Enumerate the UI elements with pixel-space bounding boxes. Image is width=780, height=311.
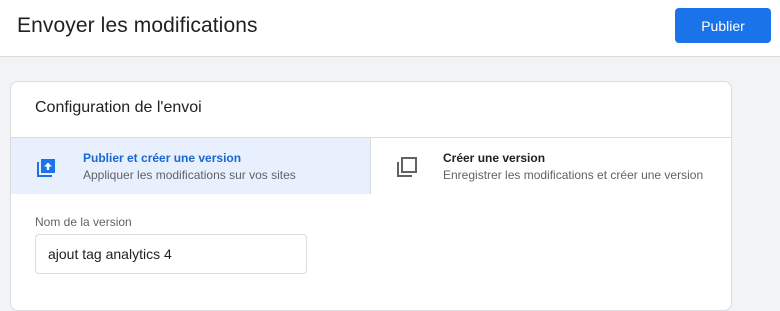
option-title: Publier et créer une version <box>83 151 242 165</box>
page-title: Envoyer les modifications <box>17 14 258 37</box>
scrollbar[interactable] <box>774 57 780 290</box>
publish-button[interactable]: Publier <box>675 8 771 43</box>
version-name-label: Nom de la version <box>35 215 132 229</box>
publish-upload-icon <box>35 155 59 179</box>
version-name-input[interactable] <box>35 234 307 274</box>
copy-version-icon <box>395 155 419 179</box>
option-subtitle: Appliquer les modifications sur vos site… <box>83 168 296 182</box>
submission-options: Publier et créer une version Appliquer l… <box>11 137 731 194</box>
option-publish-and-create-version[interactable]: Publier et créer une version Appliquer l… <box>11 138 371 194</box>
page-header: Envoyer les modifications Publier <box>0 0 780 57</box>
option-create-version[interactable]: Créer une version Enregistrer les modifi… <box>371 138 731 194</box>
option-subtitle: Enregistrer les modifications et créer u… <box>443 168 704 182</box>
card-title: Configuration de l'envoi <box>35 99 202 116</box>
submission-config-card: Configuration de l'envoi Publier et crée… <box>10 81 732 311</box>
option-title: Créer une version <box>443 151 546 165</box>
